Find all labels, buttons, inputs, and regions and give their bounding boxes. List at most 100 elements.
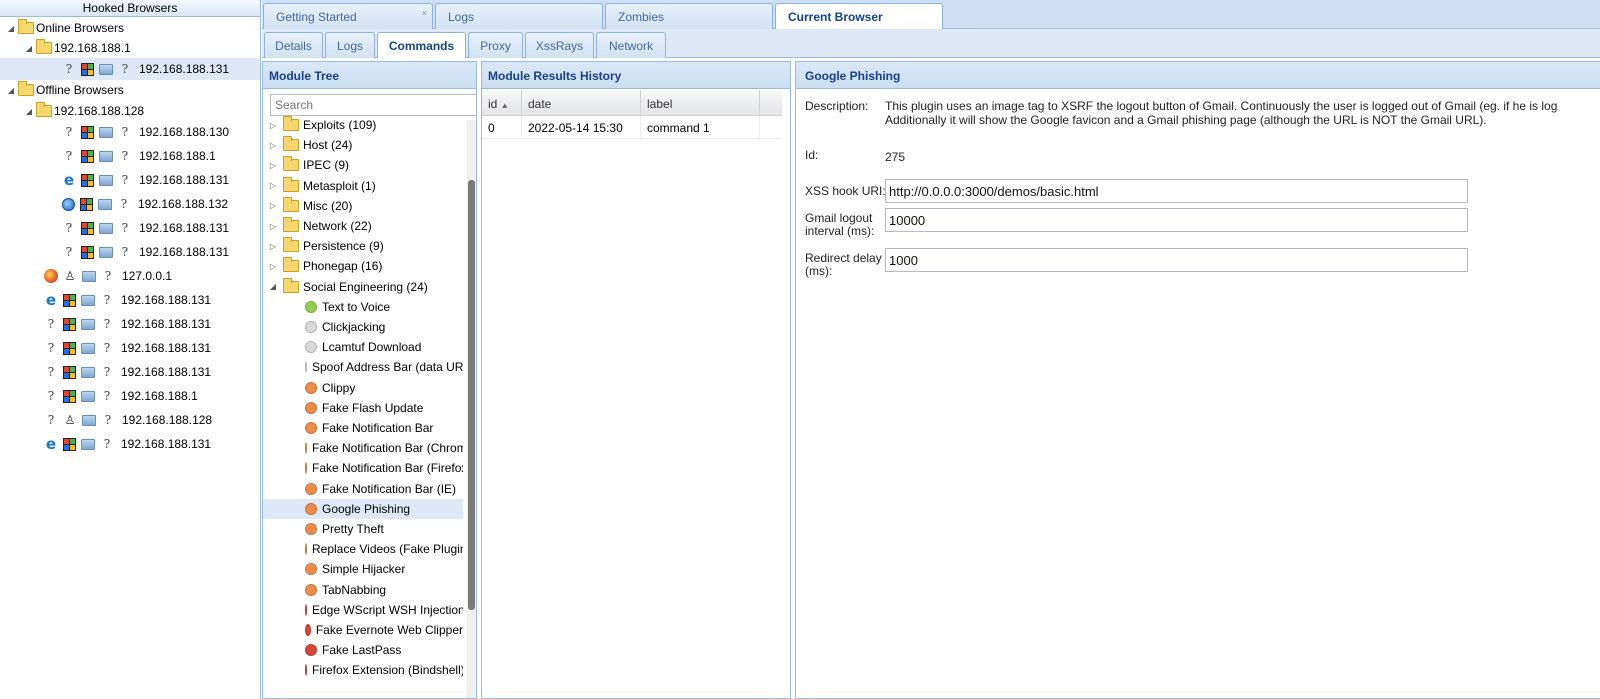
expand-arrow-icon[interactable]: ▷ [268, 121, 278, 130]
tab-xssrays[interactable]: XssRays [525, 32, 594, 58]
expand-arrow-icon[interactable]: ◢ [24, 107, 34, 116]
tab-zombies[interactable]: Zombies [605, 3, 773, 29]
unknown-icon: ? [65, 125, 73, 139]
module-item[interactable]: Fake Notification Bar (Chrome) [263, 438, 463, 458]
unknown-icon: ? [121, 173, 129, 187]
expand-arrow-icon[interactable]: ▷ [268, 141, 278, 150]
module-category[interactable]: ▷ Host (24) [263, 135, 463, 155]
offline-browsers-folder[interactable]: ◢ Offline Browsers [6, 79, 260, 101]
tab-logs-sub[interactable]: Logs [325, 32, 375, 58]
module-item-label: Fake Flash Update [322, 400, 424, 415]
column-header-date[interactable]: date [522, 90, 641, 115]
tab-getting-started[interactable]: Getting Started × [263, 3, 433, 29]
computer-icon [99, 222, 113, 234]
module-category[interactable]: ▷ Exploits (109) [263, 115, 463, 135]
module-item[interactable]: Text to Voice [263, 297, 463, 317]
xss-hook-uri-input[interactable] [885, 179, 1468, 203]
browser-row[interactable]: ? 192.168.188.132 [62, 193, 260, 215]
module-category[interactable]: ▷ Persistence (9) [263, 236, 463, 256]
browser-row[interactable]: ?? 192.168.188.131 [62, 217, 260, 239]
module-item[interactable]: Fake LastPass [263, 640, 463, 660]
tab-details[interactable]: Details [264, 32, 323, 58]
browser-row[interactable]: ?? 192.168.188.131 [0, 58, 260, 80]
module-item[interactable]: Fake Notification Bar [263, 418, 463, 438]
redirect-delay-input[interactable] [885, 248, 1468, 272]
tab-network[interactable]: Network [596, 32, 666, 58]
folder-icon [283, 196, 299, 212]
module-item[interactable]: Replace Videos (Fake Plugin) [263, 539, 463, 559]
gmail-logout-interval-input[interactable] [885, 208, 1468, 232]
module-item[interactable]: Firefox Extension (Bindshell) [263, 660, 463, 680]
module-category[interactable]: ◢ Social Engineering (24) [263, 277, 463, 297]
module-item[interactable]: Spoof Address Bar (data URL) [263, 357, 463, 377]
module-item[interactable]: Clickjacking [263, 317, 463, 337]
browser-row[interactable]: ?? 192.168.188.1 [62, 145, 260, 167]
browser-row[interactable]: ?? 192.168.188.130 [62, 121, 260, 143]
expand-arrow-icon[interactable]: ▷ [268, 222, 278, 231]
module-item[interactable]: Fake Notification Bar (IE) [263, 479, 463, 499]
column-header-id[interactable]: id ▲ [482, 90, 522, 115]
module-item[interactable]: Pretty Theft [263, 519, 463, 539]
windows-icon [63, 317, 76, 331]
browser-row[interactable]: ♙? 127.0.0.1 [44, 265, 260, 287]
offline-group-folder[interactable]: ◢ 192.168.188.128 [24, 100, 260, 122]
online-browsers-folder[interactable]: ◢ Online Browsers [6, 17, 260, 39]
module-item[interactable]: Fake Notification Bar (Firefox) [263, 458, 463, 478]
browser-row[interactable]: ? ♙? 192.168.188.128 [44, 409, 260, 431]
browser-row[interactable]: ?? 192.168.188.131 [44, 361, 260, 383]
browser-ip: 192.168.188.131 [121, 437, 212, 451]
expand-arrow-icon[interactable]: ▷ [268, 181, 278, 190]
computer-icon [99, 63, 113, 75]
unknown-icon: ? [103, 317, 111, 331]
table-row[interactable]: 0 2022-05-14 15:30 command 1 [482, 116, 782, 139]
status-dot-icon [305, 442, 307, 455]
sort-ascending-icon: ▲ [500, 101, 509, 110]
windows-icon [63, 341, 76, 355]
close-icon[interactable]: × [422, 8, 427, 18]
module-search-input[interactable] [270, 94, 476, 116]
expand-arrow-icon[interactable]: ▷ [268, 161, 278, 170]
tab-commands[interactable]: Commands [377, 32, 466, 58]
browser-row[interactable]: e? 192.168.188.131 [62, 169, 260, 191]
module-tree-scrollbar-thumb[interactable] [468, 180, 475, 610]
expand-arrow-icon[interactable]: ▷ [268, 201, 278, 210]
module-item-label: Fake Evernote Web Clipper [315, 623, 463, 637]
module-category[interactable]: ▷ Misc (20) [263, 196, 463, 216]
module-item[interactable]: Simple Hijacker [263, 559, 463, 579]
expand-arrow-icon[interactable]: ▷ [268, 262, 278, 271]
module-item[interactable]: Fake Evernote Web Clipper [263, 620, 463, 640]
tab-current-browser-label: Current Browser [788, 10, 883, 24]
module-item-label: Pretty Theft [322, 522, 384, 536]
tab-logs[interactable]: Logs [435, 3, 603, 29]
online-group-folder[interactable]: ◢ 192.168.188.1 [24, 37, 260, 59]
module-item[interactable]: Fake Flash Update [263, 398, 463, 418]
tab-proxy[interactable]: Proxy [468, 32, 523, 58]
expand-arrow-icon[interactable]: ▷ [268, 242, 278, 251]
module-item[interactable]: Lcamtuf Download [263, 337, 463, 357]
ie-globe-icon [62, 197, 75, 211]
module-item[interactable]: Edge WScript WSH Injection [263, 600, 463, 620]
unknown-icon: ? [103, 389, 111, 403]
browser-row[interactable]: ?? 192.168.188.131 [44, 337, 260, 359]
expand-arrow-icon[interactable]: ◢ [268, 282, 278, 291]
module-item[interactable]: Clippy [263, 378, 463, 398]
tab-current-browser[interactable]: Current Browser [775, 3, 943, 30]
module-item[interactable]: TabNabbing [263, 580, 463, 600]
browser-row[interactable]: e? 192.168.188.131 [44, 289, 260, 311]
browser-row[interactable]: ?? 192.168.188.131 [62, 241, 260, 263]
module-category[interactable]: ▷ IPEC (9) [263, 155, 463, 175]
module-item-label: Fake Notification Bar (Chrome) [312, 441, 463, 456]
module-category[interactable]: ▷ Network (22) [263, 216, 463, 236]
browser-row[interactable]: ?? 192.168.188.1 [44, 385, 260, 407]
browser-row[interactable]: e? 192.168.188.131 [44, 433, 260, 455]
status-dot-icon [305, 341, 317, 354]
module-category[interactable]: ▷ Metasploit (1) [263, 176, 463, 196]
module-category[interactable]: ▷ Phonegap (16) [263, 256, 463, 276]
module-item[interactable]: Google Phishing [263, 498, 463, 519]
browser-row[interactable]: ?? 192.168.188.131 [44, 313, 260, 335]
expand-arrow-icon[interactable]: ◢ [6, 24, 16, 33]
column-header-label[interactable]: label [641, 90, 760, 115]
expand-arrow-icon[interactable]: ◢ [24, 44, 34, 53]
windows-icon [63, 437, 76, 451]
expand-arrow-icon[interactable]: ◢ [6, 86, 16, 95]
